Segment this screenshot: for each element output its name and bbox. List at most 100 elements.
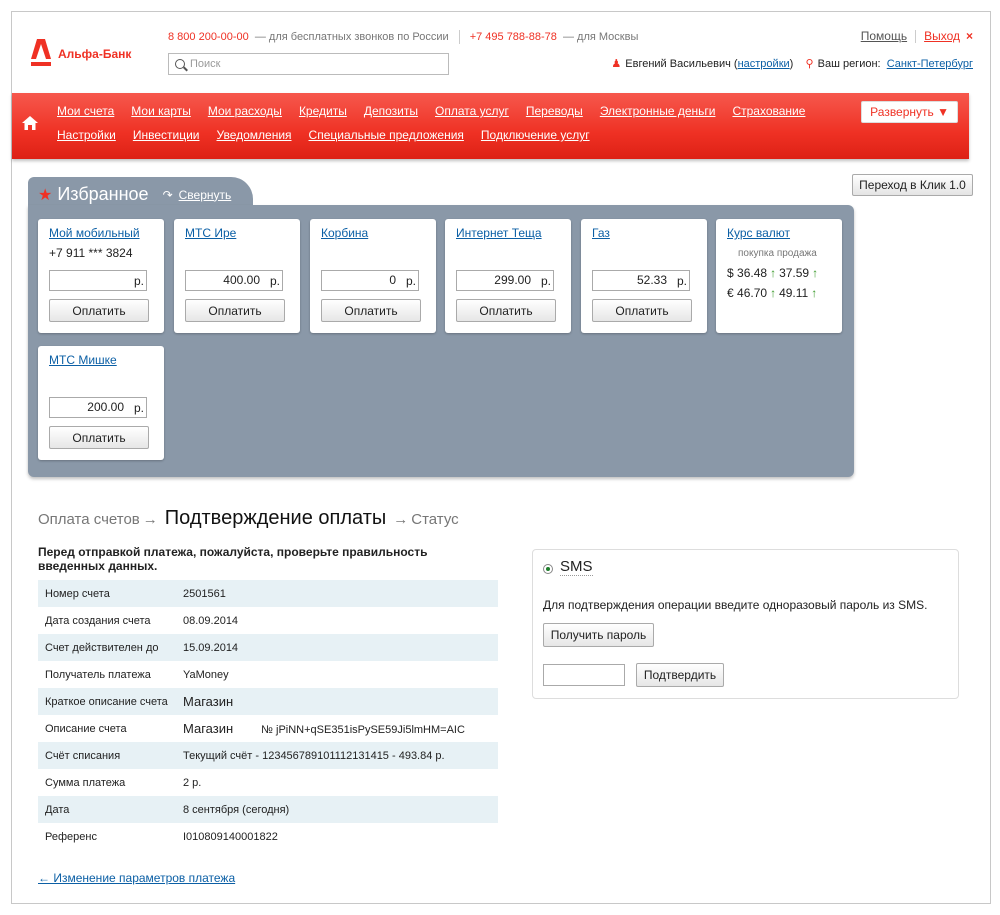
home-icon[interactable]: [21, 115, 39, 131]
table-row: Референс I010809140001822: [38, 823, 498, 850]
user-icon: ♟: [611, 58, 622, 70]
phones-bar: 8 800 200-00-00 — для бесплатных звонков…: [168, 30, 638, 44]
nav-link[interactable]: Уведомления: [217, 128, 292, 142]
confirm-button[interactable]: Подтвердить: [636, 663, 724, 687]
help-link[interactable]: Помощь: [861, 29, 907, 43]
detail-value-cell: 08.09.2014: [176, 607, 498, 634]
detail-value: 2 р.: [183, 776, 202, 789]
amount-input[interactable]: 52.33: [592, 270, 690, 291]
sms-code-input[interactable]: [543, 664, 625, 686]
favorite-title-link[interactable]: Интернет Теща: [456, 226, 542, 240]
up-arrow-icon: ↑: [770, 286, 777, 300]
search-input[interactable]: Поиск: [168, 53, 449, 75]
favorite-card: МТС Ире 400.00 р. Оплатить: [174, 219, 300, 333]
detail-value-cell: Текущий счёт - 12345678910111213141​5 - …: [176, 742, 498, 769]
nav-link[interactable]: Кредиты: [299, 104, 347, 118]
detail-value-cell: Магазин № jPiNN+qSE351isPySE59Ji5lmHM=AIC: [176, 715, 498, 742]
rates-title-link[interactable]: Курс валют: [727, 226, 790, 240]
step-arrow: →: [142, 511, 158, 528]
detail-value: 15.09.2014: [183, 641, 239, 654]
nav-link[interactable]: Настройки: [57, 128, 116, 142]
nav-link[interactable]: Оплата услуг: [435, 104, 509, 118]
pay-button[interactable]: Оплатить: [49, 426, 149, 449]
location-pin-icon: ⚲: [805, 58, 814, 70]
nav-link[interactable]: Мои счета: [57, 104, 114, 118]
nav-link[interactable]: Переводы: [526, 104, 583, 118]
nav-link[interactable]: Депозиты: [364, 104, 418, 118]
nav-link[interactable]: Страхование: [732, 104, 805, 118]
alfa-logo-icon: [30, 37, 52, 67]
change-params-link[interactable]: ← Изменение параметров платежа: [38, 871, 235, 885]
region-label: Ваш регион:: [817, 57, 881, 70]
table-row: Дата создания счета 08.09.2014: [38, 607, 498, 634]
favorite-title-link[interactable]: Мой мобильный: [49, 226, 140, 240]
amount-input[interactable]: 200.00: [49, 397, 147, 418]
pay-button[interactable]: Оплатить: [456, 299, 556, 322]
sms-radio[interactable]: [543, 564, 553, 574]
klik-button[interactable]: Переход в Клик 1.0: [852, 174, 973, 196]
expand-button[interactable]: Развернуть ▼: [861, 101, 958, 123]
favorite-title-link[interactable]: МТС Мишке: [49, 353, 117, 367]
favorites-header: ★ Избранное ↷ Свернуть: [38, 184, 231, 205]
detail-key: Краткое описание счета: [45, 695, 168, 708]
collapse-control[interactable]: ↷ Свернуть: [163, 188, 232, 202]
nav-row-2: Настройки Инвестиции Уведомления Специальны…: [57, 128, 590, 142]
star-icon: ★: [38, 186, 53, 204]
phone-free-note: — для бесплатных звонков по России: [254, 31, 449, 43]
nav-row-1: Мои счета Мои карты Мои расходы Кредиты Депо…: [57, 104, 805, 118]
favorite-title-link[interactable]: Корбина: [321, 226, 368, 240]
phone-moscow-note: — для Москвы: [562, 31, 639, 43]
currency-label: р.: [541, 274, 552, 288]
amount-input[interactable]: 400.00: [185, 270, 283, 291]
favorites-panel: Мой мобильный +7 911 *** 3824 р. Оплатить МТ…: [28, 205, 854, 477]
detail-key: Описание счета: [45, 722, 127, 735]
currency-symbol: $: [727, 266, 734, 280]
detail-value: Текущий счёт - 12345678910111213141​5 - …: [183, 749, 445, 762]
nav-link[interactable]: Мои расходы: [208, 104, 282, 118]
rate-row-eur: € 46.70 ↑ 49.11 ↑: [727, 286, 820, 300]
amount-input[interactable]: 299.00: [456, 270, 554, 291]
nav-link[interactable]: Специальные предложения: [309, 128, 464, 142]
favorite-title-link[interactable]: Газ: [592, 226, 610, 240]
bank-logo[interactable]: Альфа-Банк: [30, 37, 131, 67]
amount-input[interactable]: 0: [321, 270, 419, 291]
detail-value: Магазин: [183, 694, 234, 709]
detail-value-cell: 15.09.2014: [176, 634, 498, 661]
rates-header: покупка продажа: [738, 248, 817, 259]
detail-value-cell: 8 сентября (сегодня): [176, 796, 498, 823]
step-2-current: Подтверждение оплаты: [164, 507, 387, 529]
pay-button[interactable]: Оплатить: [49, 299, 149, 322]
favorite-card: Мой мобильный +7 911 *** 3824 р. Оплатить: [38, 219, 164, 333]
up-arrow-icon: ↑: [811, 286, 818, 300]
payment-details-table: Номер счета 2501561 Дата создания счета 08.…: [38, 580, 498, 850]
detail-key: Счёт списания: [45, 749, 121, 762]
table-row: Сумма платежа 2 р.: [38, 769, 498, 796]
region-link[interactable]: Санкт-Петербург: [887, 58, 973, 70]
nav-link[interactable]: Инвестиции: [133, 128, 200, 142]
step-arrow: →: [393, 511, 409, 528]
favorite-title-link[interactable]: МТС Ире: [185, 226, 236, 240]
phone-moscow: +7 495 788-88-78: [469, 31, 557, 43]
nav-link[interactable]: Мои карты: [131, 104, 191, 118]
pay-button[interactable]: Оплатить: [592, 299, 692, 322]
pay-button[interactable]: Оплатить: [321, 299, 421, 322]
pay-button[interactable]: Оплатить: [185, 299, 285, 322]
detail-value: 08.09.2014: [183, 614, 239, 627]
up-arrow-icon: ↑: [770, 266, 777, 280]
detail-key: Номер счета: [45, 587, 110, 600]
nav-link[interactable]: Электронные деньги: [600, 104, 716, 118]
collapse-link[interactable]: Свернуть: [179, 188, 232, 202]
amount-input[interactable]: [49, 270, 147, 291]
divider: [915, 29, 917, 43]
detail-value: YaMoney: [183, 668, 229, 681]
get-password-button[interactable]: Получить пароль: [543, 623, 654, 647]
settings-link[interactable]: настройки: [738, 58, 790, 70]
close-icon[interactable]: ×: [966, 29, 973, 43]
brand-name: Альфа-Банк: [58, 47, 132, 61]
exit-link[interactable]: Выход: [924, 29, 960, 43]
detail-value: 8 сентября (сегодня): [183, 803, 290, 816]
nav-link[interactable]: Подключение услуг: [481, 128, 590, 142]
currency-label: р.: [677, 274, 688, 288]
table-row: Получатель платежа YaMoney: [38, 661, 498, 688]
detail-key: Референс: [45, 830, 97, 843]
